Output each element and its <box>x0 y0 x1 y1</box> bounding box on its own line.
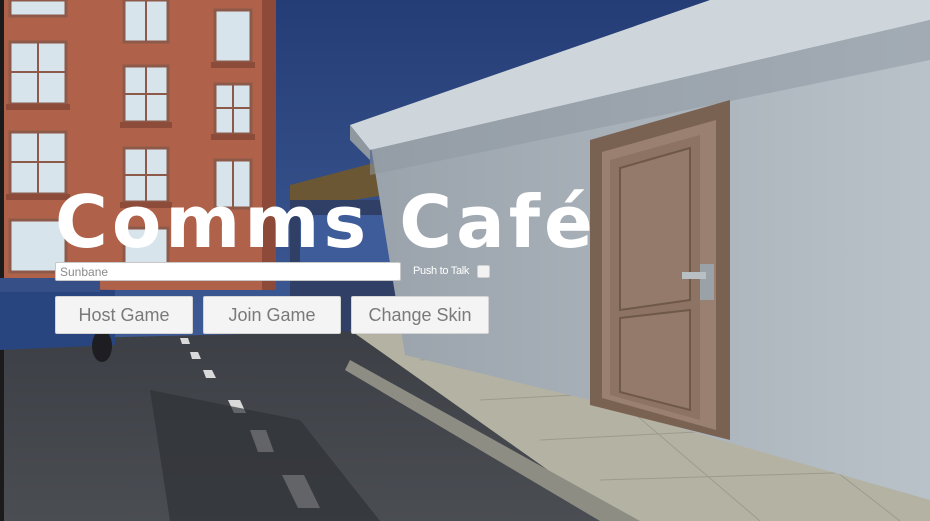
change-skin-button[interactable]: Change Skin <box>351 296 489 334</box>
host-game-button[interactable]: Host Game <box>55 296 193 334</box>
player-name-input[interactable] <box>55 262 401 281</box>
push-to-talk-checkbox[interactable] <box>477 265 490 278</box>
door <box>590 100 730 440</box>
game-title: Comms Café <box>55 180 597 264</box>
join-game-button[interactable]: Join Game <box>203 296 341 334</box>
push-to-talk-label: Push to Talk <box>413 265 470 277</box>
